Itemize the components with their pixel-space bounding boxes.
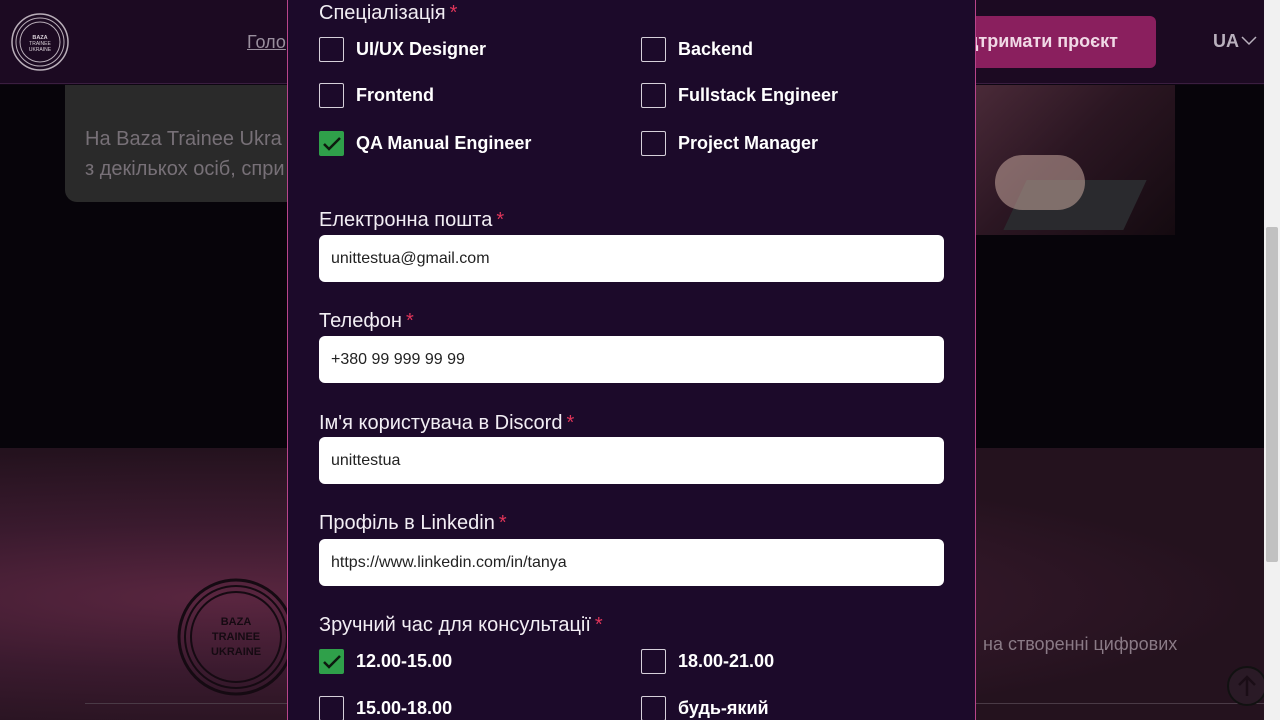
checkbox[interactable] bbox=[641, 696, 666, 720]
info-line-1: На Baza Trainee Ukra bbox=[85, 128, 282, 150]
time-option-18-21[interactable]: 18.00-21.00 bbox=[641, 649, 774, 674]
svg-text:UKRAINE: UKRAINE bbox=[211, 646, 261, 658]
linkedin-field[interactable] bbox=[319, 539, 944, 586]
checkbox[interactable] bbox=[641, 649, 666, 674]
check-icon bbox=[323, 655, 341, 669]
phone-field[interactable] bbox=[319, 336, 944, 383]
discord-field[interactable] bbox=[319, 437, 944, 484]
linkedin-label: Профіль в Linkedin * bbox=[319, 512, 507, 534]
spec-option-frontend[interactable]: Frontend bbox=[319, 83, 434, 108]
checkbox-checked[interactable] bbox=[319, 649, 344, 674]
spec-option-qa-manual[interactable]: QA Manual Engineer bbox=[319, 131, 531, 156]
footer-logo: BAZA TRAINEE UKRAINE bbox=[177, 578, 295, 696]
language-switcher[interactable]: UA bbox=[1213, 31, 1239, 52]
email-label: Електронна пошта * bbox=[319, 209, 505, 231]
footer-description: на створенні цифрових bbox=[983, 634, 1178, 654]
checkbox[interactable] bbox=[641, 37, 666, 62]
spec-option-project-manager[interactable]: Project Manager bbox=[641, 131, 818, 156]
hero-photo bbox=[975, 85, 1175, 235]
baza-logo[interactable]: BAZA TRAINEE UKRAINE bbox=[10, 12, 70, 72]
info-line-2: з декількох осіб, спри bbox=[85, 158, 285, 180]
checkbox[interactable] bbox=[319, 83, 344, 108]
time-option-any[interactable]: будь-який bbox=[641, 696, 769, 720]
time-option-12-15[interactable]: 12.00-15.00 bbox=[319, 649, 452, 674]
checkbox[interactable] bbox=[319, 37, 344, 62]
info-card-text: На Baza Trainee Ukra з декількох осіб, с… bbox=[85, 124, 285, 184]
arrow-up-icon bbox=[1238, 675, 1256, 696]
checkbox[interactable] bbox=[641, 83, 666, 108]
check-icon bbox=[323, 137, 341, 151]
nav-home-link[interactable]: Голо bbox=[247, 32, 286, 53]
consult-time-label: Зручний час для консультації * bbox=[319, 614, 603, 636]
spec-option-uiux[interactable]: UI/UX Designer bbox=[319, 37, 486, 62]
email-field[interactable] bbox=[319, 235, 944, 282]
checkbox[interactable] bbox=[641, 131, 666, 156]
checkbox[interactable] bbox=[319, 696, 344, 720]
spec-option-backend[interactable]: Backend bbox=[641, 37, 753, 62]
svg-text:BAZA: BAZA bbox=[221, 616, 252, 628]
scroll-to-top-button[interactable] bbox=[1227, 666, 1267, 706]
svg-text:UKRAINE: UKRAINE bbox=[29, 47, 52, 53]
checkbox-checked[interactable] bbox=[319, 131, 344, 156]
phone-label: Телефон * bbox=[319, 310, 414, 332]
spec-option-fullstack[interactable]: Fullstack Engineer bbox=[641, 83, 838, 108]
scrollbar-thumb[interactable] bbox=[1266, 227, 1278, 562]
chevron-down-icon[interactable] bbox=[1241, 36, 1257, 46]
svg-text:TRAINEE: TRAINEE bbox=[212, 631, 260, 643]
specialization-label: Спеціалізація * bbox=[319, 2, 458, 24]
time-option-15-18[interactable]: 15.00-18.00 bbox=[319, 696, 452, 720]
discord-label: Ім'я користувача в Discord * bbox=[319, 412, 575, 434]
